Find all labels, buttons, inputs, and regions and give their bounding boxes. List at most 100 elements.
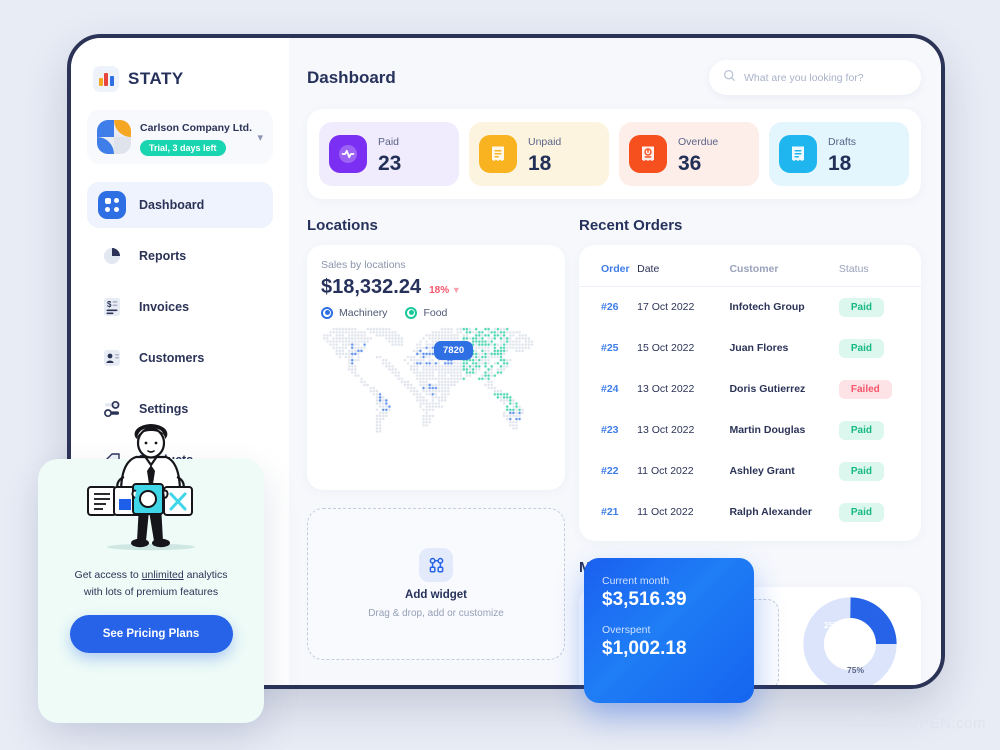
locations-amount: $18,332.24 — [321, 276, 421, 299]
cell-customer: Ralph Alexander — [729, 492, 838, 533]
donut-label-segment-1: 25% — [824, 620, 841, 630]
table-row[interactable]: #21 11 Oct 2022 Ralph Alexander Paid — [579, 492, 921, 533]
legend-label: Food — [423, 307, 447, 319]
page-title: Dashboard — [307, 68, 396, 88]
sidebar-item-reports[interactable]: Reports — [87, 233, 273, 279]
overspent-label: Overspent — [602, 624, 736, 636]
cell-order[interactable]: #22 — [579, 451, 637, 492]
stat-card-drafts[interactable]: Drafts 18 — [769, 122, 909, 186]
stat-value: 18 — [528, 153, 561, 175]
cell-date: 11 Oct 2022 — [637, 492, 729, 533]
cell-order[interactable]: #21 — [579, 492, 637, 533]
cell-date: 13 Oct 2022 — [637, 410, 729, 451]
promo-text-before: Get access to — [75, 569, 142, 581]
stats-strip: Paid 23 Unpaid 18 Overdue 36 Drafts 18 — [307, 109, 921, 199]
stat-label: Unpaid — [528, 136, 561, 148]
table-row[interactable]: #22 11 Oct 2022 Ashley Grant Paid — [579, 451, 921, 492]
user-card-icon — [98, 344, 126, 372]
current-month-expense-card[interactable]: Current month $3,516.39 Overspent $1,002… — [584, 558, 754, 703]
donut-label-segment-2: 75% — [847, 665, 864, 675]
recent-orders-table: Order Date Customer Status #26 17 Oct 20… — [579, 245, 921, 541]
brand-name: STATY — [128, 69, 184, 89]
legend-item-food[interactable]: Food — [405, 307, 447, 319]
status-badge: Paid — [839, 421, 884, 440]
chevron-down-icon[interactable]: ▾ — [257, 131, 263, 144]
stat-card-unpaid[interactable]: Unpaid 18 — [469, 122, 609, 186]
status-badge: Paid — [839, 339, 884, 358]
promo-text-line2: with lots of premium features — [84, 586, 218, 598]
cell-date: 15 Oct 2022 — [637, 328, 729, 369]
grid-dashboard-icon — [98, 191, 126, 219]
world-dot-map[interactable]: 7820 — [321, 325, 551, 455]
pricing-promo-card: Get access to unlimited analytics with l… — [38, 459, 264, 723]
add-widget-title: Add widget — [405, 589, 467, 601]
current-month-value: $3,516.39 — [602, 589, 736, 611]
down-arrow-icon: ▼ — [452, 285, 461, 295]
search-input[interactable]: What are you looking for? — [709, 60, 921, 95]
cell-order[interactable]: #24 — [579, 369, 637, 410]
cell-customer: Martin Douglas — [729, 410, 838, 451]
sidebar-item-label: Invoices — [139, 300, 189, 314]
promo-text-after: analytics — [184, 569, 228, 581]
sidebar-item-dashboard[interactable]: Dashboard — [87, 182, 273, 228]
locations-delta: 18% — [429, 285, 449, 296]
add-widget-subtitle: Drag & drop, add or customize — [368, 608, 504, 619]
promo-text: Get access to unlimited analytics with l… — [75, 567, 228, 602]
cell-customer: Doris Gutierrez — [729, 369, 838, 410]
legend-label: Machinery — [339, 307, 387, 319]
table-row[interactable]: #26 17 Oct 2022 Infotech Group Paid — [579, 286, 921, 328]
sidebar-item-customers[interactable]: Customers — [87, 335, 273, 381]
table-row[interactable]: #24 13 Oct 2022 Doris Gutierrez Failed — [579, 369, 921, 410]
cell-order[interactable]: #26 — [579, 286, 637, 328]
column-header-status[interactable]: Status — [839, 249, 921, 287]
cell-date: 13 Oct 2022 — [637, 369, 729, 410]
sidebar-item-invoices[interactable]: $ Invoices — [87, 284, 273, 330]
receipt-icon — [479, 135, 517, 173]
unlimited-link[interactable]: unlimited — [142, 569, 184, 581]
column-header-customer[interactable]: Customer — [729, 249, 838, 287]
column-header-date[interactable]: Date — [637, 249, 729, 287]
page-header: Dashboard What are you looking for? — [307, 60, 921, 95]
org-avatar — [97, 120, 131, 154]
cell-order[interactable]: #23 — [579, 410, 637, 451]
widget-nodes-icon — [419, 548, 453, 582]
cell-customer: Infotech Group — [729, 286, 838, 328]
table-row[interactable]: #25 15 Oct 2022 Juan Flores Paid — [579, 328, 921, 369]
section-title-locations: Locations — [307, 217, 565, 234]
cell-order[interactable]: #25 — [579, 328, 637, 369]
cell-customer: Ashley Grant — [729, 451, 838, 492]
sliders-icon — [98, 395, 126, 423]
see-pricing-plans-button[interactable]: See Pricing Plans — [70, 615, 233, 653]
table-row[interactable]: #23 13 Oct 2022 Martin Douglas Paid — [579, 410, 921, 451]
locations-column: Locations Sales by locations $18,332.24 … — [307, 217, 565, 685]
stat-card-overdue[interactable]: Overdue 36 — [619, 122, 759, 186]
bar-chart-logo-icon — [93, 66, 119, 92]
add-widget-dropzone[interactable]: Add widget Drag & drop, add or customize — [307, 508, 565, 660]
sidebar-item-label: Customers — [139, 351, 204, 365]
cell-customer: Juan Flores — [729, 328, 838, 369]
locations-subtitle: Sales by locations — [321, 259, 551, 271]
expenses-donut-chart[interactable]: 25% 75% — [791, 599, 909, 685]
search-placeholder: What are you looking for? — [744, 72, 864, 84]
pie-chart-icon — [98, 242, 126, 270]
table-header-row: Order Date Customer Status — [579, 249, 921, 287]
column-header-order[interactable]: Order — [579, 249, 637, 287]
stat-value: 23 — [378, 153, 401, 175]
search-icon — [723, 69, 736, 87]
legend-item-machinery[interactable]: Machinery — [321, 307, 387, 319]
receipt-alert-icon — [629, 135, 667, 173]
stat-card-paid[interactable]: Paid 23 — [319, 122, 459, 186]
screenshot-root: STATY Carlson Company Ltd. Trial, 3 days… — [0, 0, 1000, 750]
current-month-label: Current month — [602, 575, 736, 587]
receipt-draft-icon — [779, 135, 817, 173]
radio-machinery-icon[interactable] — [321, 307, 333, 319]
cell-date: 11 Oct 2022 — [637, 451, 729, 492]
stat-value: 36 — [678, 153, 718, 175]
activity-pulse-icon — [329, 135, 367, 173]
org-switcher[interactable]: Carlson Company Ltd. Trial, 3 days left … — [87, 110, 273, 164]
watermark: TOOOPEN.com — [851, 715, 986, 732]
trial-badge: Trial, 3 days left — [140, 140, 226, 156]
brand[interactable]: STATY — [87, 62, 273, 92]
person-holding-documents-illustration — [76, 421, 226, 561]
radio-food-icon[interactable] — [405, 307, 417, 319]
